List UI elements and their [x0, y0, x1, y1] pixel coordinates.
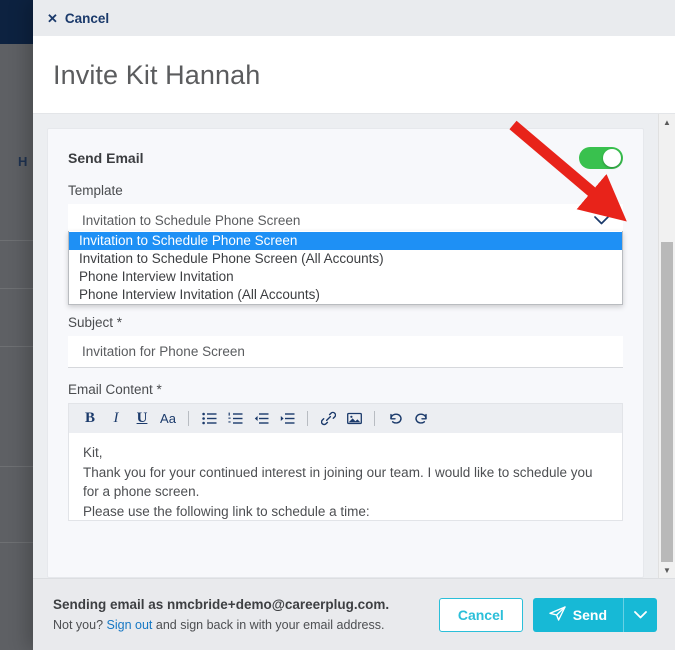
cancel-button[interactable]: Cancel: [438, 597, 523, 632]
close-x-icon: ✕: [47, 10, 58, 26]
not-you-prefix: Not you?: [53, 618, 107, 633]
scroll-up-arrow-icon[interactable]: ▲: [659, 114, 675, 130]
background-row-divider: [0, 542, 33, 543]
subject-value: Invitation for Phone Screen: [82, 344, 245, 359]
background-row-divider: [0, 466, 33, 467]
email-body-line: Please use the following link to schedul…: [83, 503, 370, 519]
toolbar-separator: [374, 411, 375, 426]
underline-icon[interactable]: U: [129, 406, 155, 432]
sender-email: nmcbride+demo@careerplug.com.: [167, 596, 390, 612]
outdent-icon[interactable]: [248, 406, 274, 432]
chevron-down-icon: [634, 607, 647, 622]
paper-plane-icon: [549, 605, 566, 624]
template-label: Template: [68, 183, 123, 198]
scrollbar-thumb[interactable]: [661, 242, 673, 562]
redo-icon[interactable]: [408, 406, 434, 432]
background-row-divider: [0, 240, 33, 241]
modal-scroll-region: Send Email Template Invitation to Schedu…: [33, 114, 658, 578]
modal-scrollbar[interactable]: ▲ ▼: [658, 114, 675, 578]
email-body-editor[interactable]: Kit, Thank you for your continued intere…: [68, 433, 623, 521]
modal-title-region: Invite Kit Hannah: [33, 36, 675, 114]
email-body-line: Kit,: [83, 445, 103, 460]
editor-toolbar: B I U Aa: [68, 403, 623, 433]
send-email-row: Send Email: [68, 147, 623, 169]
undo-icon[interactable]: [382, 406, 408, 432]
toggle-knob: [603, 149, 621, 167]
modal-body: Send Email Template Invitation to Schedu…: [33, 114, 675, 578]
not-you-line: Not you? Sign out and sign back in with …: [53, 616, 389, 634]
send-button-group: Send: [532, 597, 657, 632]
send-email-form-card: Send Email Template Invitation to Schedu…: [47, 128, 644, 578]
email-body-line: Thank you for your continued interest in…: [83, 464, 593, 500]
subject-input[interactable]: Invitation for Phone Screen: [68, 336, 623, 368]
sign-out-link[interactable]: Sign out: [107, 618, 153, 632]
cancel-top-button[interactable]: ✕ Cancel: [47, 11, 109, 26]
send-email-toggle[interactable]: [579, 147, 623, 169]
sender-prefix: Sending email as: [53, 596, 168, 612]
scroll-down-arrow-icon[interactable]: ▼: [659, 562, 675, 578]
background-row-divider: [0, 346, 33, 347]
send-options-button[interactable]: [623, 597, 657, 632]
numbered-list-icon[interactable]: [222, 406, 248, 432]
modal-topbar: ✕ Cancel: [33, 0, 675, 36]
background-list-initial: H: [18, 154, 28, 169]
template-dropdown-chevron[interactable]: [594, 212, 609, 230]
background-row-divider: [0, 288, 33, 289]
cancel-top-label: Cancel: [64, 10, 110, 26]
modal-footer: Sending email as nmcbride+demo@careerplu…: [33, 578, 675, 650]
email-editor: B I U Aa Kit, Thank you for your continu…: [68, 403, 623, 521]
send-button-label: Send: [572, 606, 607, 623]
modal-backdrop-overlay[interactable]: [0, 44, 33, 650]
toolbar-separator: [307, 411, 308, 426]
italic-icon[interactable]: I: [103, 406, 129, 432]
footer-actions: Cancel Send: [438, 597, 657, 632]
template-option[interactable]: Phone Interview Invitation (All Accounts…: [69, 286, 622, 304]
template-selected-value: Invitation to Schedule Phone Screen: [82, 213, 301, 228]
sender-info: Sending email as nmcbride+demo@careerplu…: [53, 595, 389, 635]
image-icon[interactable]: [341, 406, 367, 432]
app-top-navbar: [0, 0, 33, 44]
sender-email-line: Sending email as nmcbride+demo@careerplu…: [53, 595, 389, 615]
toolbar-separator: [188, 411, 189, 426]
template-option[interactable]: Phone Interview Invitation: [69, 268, 622, 286]
subject-label: Subject *: [68, 315, 123, 330]
indent-icon[interactable]: [274, 406, 300, 432]
bold-icon[interactable]: B: [77, 406, 103, 432]
not-you-suffix: and sign back in with your email address…: [152, 618, 385, 633]
link-icon[interactable]: [315, 406, 341, 432]
template-option-list[interactable]: Invitation to Schedule Phone Screen Invi…: [68, 231, 623, 305]
send-button[interactable]: Send: [532, 597, 623, 632]
template-option[interactable]: Invitation to Schedule Phone Screen: [69, 232, 622, 250]
invite-modal: ✕ Cancel Invite Kit Hannah Send Email Te…: [33, 0, 675, 650]
email-content-label: Email Content *: [68, 382, 162, 397]
font-size-icon[interactable]: Aa: [155, 406, 181, 432]
bullet-list-icon[interactable]: [196, 406, 222, 432]
send-email-label: Send Email: [68, 150, 144, 166]
page-title: Invite Kit Hannah: [53, 60, 261, 90]
template-option[interactable]: Invitation to Schedule Phone Screen (All…: [69, 250, 622, 268]
